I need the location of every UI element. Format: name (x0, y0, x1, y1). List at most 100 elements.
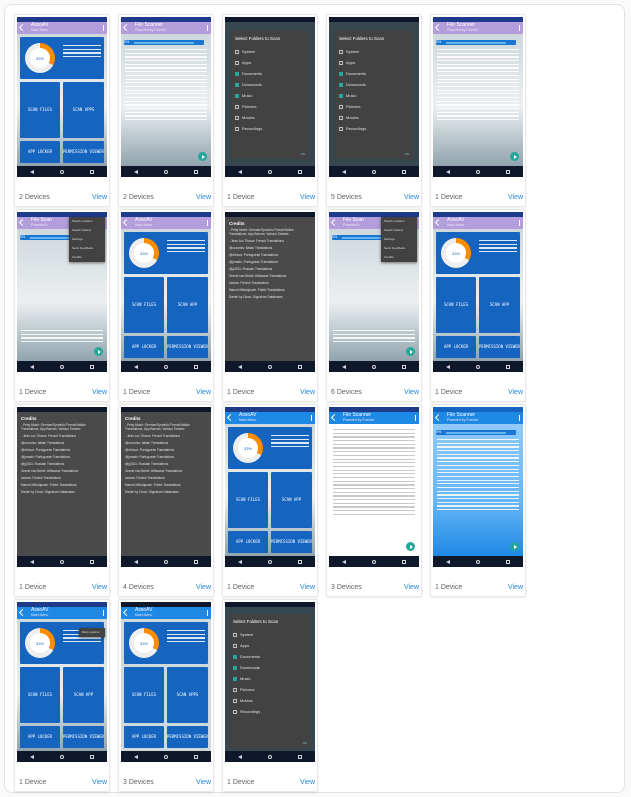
view-link[interactable]: View (92, 582, 107, 594)
folder-option[interactable]: Pictures (235, 101, 305, 112)
unchecked-checkbox-icon[interactable] (233, 698, 237, 703)
unchecked-checkbox-icon[interactable] (339, 126, 343, 131)
overflow-menu-icon[interactable] (519, 25, 520, 31)
folder-option[interactable]: Music (235, 90, 305, 101)
home-nav-icon[interactable] (372, 364, 376, 369)
folder-option[interactable]: System (339, 46, 409, 57)
home-nav-icon[interactable] (60, 169, 64, 174)
folder-option[interactable]: Movies (235, 112, 305, 123)
device-result-card[interactable]: Credits - Petty Moelt: German/Spanish/ Fr… (222, 209, 318, 402)
checked-checkbox-icon[interactable] (235, 82, 239, 87)
recents-nav-icon[interactable] (194, 559, 198, 564)
screenshot-thumbnail[interactable]: File Scanner Powered by Foxxire 0% (433, 407, 523, 567)
device-result-card[interactable]: Select Folders to Scan System Apps Document… (222, 14, 318, 207)
back-nav-icon[interactable] (446, 169, 450, 174)
unchecked-checkbox-icon[interactable] (233, 632, 237, 637)
overflow-menu-icon[interactable] (311, 415, 312, 421)
folder-option[interactable]: Documents (235, 68, 305, 79)
unchecked-checkbox-icon[interactable] (339, 104, 343, 109)
back-arrow-icon[interactable] (434, 218, 443, 227)
recents-nav-icon[interactable] (506, 364, 510, 369)
back-nav-icon[interactable] (30, 364, 34, 369)
folder-option[interactable]: System (233, 629, 307, 640)
back-nav-icon[interactable] (238, 169, 242, 174)
screenshot-thumbnail[interactable]: AssoAV Main Menu 33% SCAN FILES SCAN APPS APP… (121, 602, 211, 762)
overflow-menu-icon[interactable] (519, 415, 520, 421)
start-scan-fab[interactable] (510, 152, 519, 161)
back-arrow-icon[interactable] (122, 218, 131, 227)
overflow-menu-icon[interactable] (103, 610, 104, 616)
unchecked-checkbox-icon[interactable] (235, 126, 239, 131)
home-nav-icon[interactable] (60, 754, 64, 759)
folder-option[interactable]: Apps (235, 57, 305, 68)
back-nav-icon[interactable] (134, 559, 138, 564)
home-nav-icon[interactable] (268, 559, 272, 564)
start-scan-fab[interactable] (406, 347, 415, 356)
device-result-card[interactable]: File Scanner Powered by Foxxire 3 Devices V… (326, 404, 422, 597)
unchecked-checkbox-icon[interactable] (235, 115, 239, 120)
view-link[interactable]: View (300, 387, 315, 399)
folder-option[interactable]: System (235, 46, 305, 57)
unchecked-checkbox-icon[interactable] (233, 709, 237, 714)
back-nav-icon[interactable] (342, 559, 346, 564)
screenshot-thumbnail[interactable]: Credits - Petty Moelt: German/Spanish/ Fr… (17, 407, 107, 567)
overflow-menu-icon[interactable] (103, 25, 104, 31)
device-result-card[interactable]: AssoAV Main Menu 33% SCAN FILES SCAN APPS APP… (118, 599, 214, 792)
device-result-card[interactable]: File Scan Powered b 0% Select Location Selec… (326, 209, 422, 402)
home-nav-icon[interactable] (164, 754, 168, 759)
folder-option[interactable]: Documents (233, 651, 307, 662)
back-nav-icon[interactable] (30, 169, 34, 174)
view-link[interactable]: View (196, 582, 211, 594)
back-nav-icon[interactable] (30, 754, 34, 759)
folder-option[interactable]: Downloads (235, 79, 305, 90)
recents-nav-icon[interactable] (90, 754, 94, 759)
folder-option[interactable]: Pictures (233, 684, 307, 695)
recents-nav-icon[interactable] (402, 169, 406, 174)
home-nav-icon[interactable] (268, 169, 272, 174)
home-nav-icon[interactable] (372, 559, 376, 564)
device-result-card[interactable]: AssoAV Main Menu 33% SCAN FILES SCAN APP APP … (118, 209, 214, 402)
screenshot-thumbnail[interactable]: File Scan Powered b 0% Select Location Selec… (17, 212, 107, 372)
checked-checkbox-icon[interactable] (233, 665, 237, 670)
back-arrow-icon[interactable] (18, 23, 27, 32)
checked-checkbox-icon[interactable] (235, 93, 239, 98)
recents-nav-icon[interactable] (298, 364, 302, 369)
back-arrow-icon[interactable] (122, 23, 131, 32)
back-nav-icon[interactable] (134, 364, 138, 369)
recents-nav-icon[interactable] (90, 169, 94, 174)
checked-checkbox-icon[interactable] (339, 82, 343, 87)
device-result-card[interactable]: File Scanner Powered by Foxxire 0% 1 Device… (430, 14, 526, 207)
checked-checkbox-icon[interactable] (235, 71, 239, 76)
folder-option[interactable]: Documents (339, 68, 409, 79)
view-link[interactable]: View (300, 582, 315, 594)
view-link[interactable]: View (508, 582, 523, 594)
folder-option[interactable]: Downloads (233, 662, 307, 673)
view-link[interactable]: View (196, 777, 211, 789)
recents-nav-icon[interactable] (402, 559, 406, 564)
overflow-menu-icon[interactable] (207, 610, 208, 616)
home-nav-icon[interactable] (164, 169, 168, 174)
back-arrow-icon[interactable] (122, 608, 131, 617)
screenshot-thumbnail[interactable]: AssoAV Main Menu 33% SCAN FILES SCAN APP APP … (225, 407, 315, 567)
unchecked-checkbox-icon[interactable] (339, 49, 343, 54)
screenshot-thumbnail[interactable]: AssoAV Main Menu 33% SCAN FILES SCAN APP APP … (17, 602, 107, 762)
back-arrow-icon[interactable] (18, 218, 27, 227)
overflow-menu-icon[interactable] (207, 220, 208, 226)
folder-option[interactable]: Movies (233, 695, 307, 706)
checked-checkbox-icon[interactable] (339, 93, 343, 98)
back-arrow-icon[interactable] (434, 23, 443, 32)
device-result-card[interactable]: Credits - Petty Moelt: German/Spanish/ Fr… (118, 404, 214, 597)
back-nav-icon[interactable] (342, 169, 346, 174)
screenshot-thumbnail[interactable]: Select Folders to Scan System Apps Document… (329, 17, 419, 177)
back-nav-icon[interactable] (30, 559, 34, 564)
screenshot-thumbnail[interactable]: File Scanner Powered by Foxxire 0% (121, 17, 211, 177)
view-link[interactable]: View (196, 192, 211, 204)
view-link[interactable]: View (404, 582, 419, 594)
home-nav-icon[interactable] (476, 559, 480, 564)
view-link[interactable]: View (92, 192, 107, 204)
home-nav-icon[interactable] (268, 754, 272, 759)
unchecked-checkbox-icon[interactable] (235, 60, 239, 65)
folder-option[interactable]: Recordings (233, 706, 307, 717)
device-result-card[interactable]: File Scan Powered b 0% Select Location Selec… (14, 209, 110, 402)
device-result-card[interactable]: File Scanner Powered by Foxxire 0% 1 Device… (430, 404, 526, 597)
